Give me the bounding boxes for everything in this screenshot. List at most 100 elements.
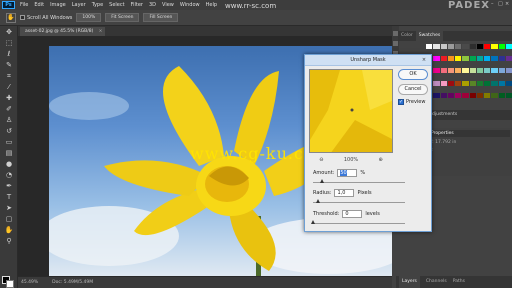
color-swatch[interactable] bbox=[455, 80, 462, 86]
color-swatch[interactable] bbox=[447, 56, 454, 62]
menu-window[interactable]: Window bbox=[177, 2, 203, 8]
radius-input[interactable]: 1,0 bbox=[334, 189, 355, 197]
crop-icon[interactable]: ⌗ bbox=[3, 72, 15, 81]
zoom-100-button[interactable]: 100% bbox=[76, 13, 102, 22]
color-swatch[interactable] bbox=[433, 44, 440, 49]
color-swatch[interactable] bbox=[498, 80, 505, 86]
color-swatch[interactable] bbox=[469, 80, 476, 86]
color-swatch[interactable] bbox=[498, 92, 505, 98]
color-swatch[interactable] bbox=[505, 68, 512, 74]
tab-layers[interactable]: Layers bbox=[399, 276, 420, 288]
cancel-button[interactable]: Cancel bbox=[398, 84, 428, 95]
document-tab[interactable]: asset-02.jpg @ 45.5% (RGB/8) × bbox=[20, 27, 106, 36]
threshold-slider[interactable] bbox=[310, 220, 405, 224]
color-swatch[interactable] bbox=[469, 92, 476, 98]
menu-view[interactable]: View bbox=[159, 2, 177, 8]
healing-icon[interactable]: ✚ bbox=[3, 94, 15, 103]
color-swatch[interactable] bbox=[440, 56, 447, 62]
menu-layer[interactable]: Layer bbox=[69, 2, 89, 8]
color-swatch[interactable] bbox=[440, 92, 447, 98]
brush-icon[interactable]: ✐ bbox=[3, 105, 15, 114]
stamp-icon[interactable]: ♙ bbox=[3, 116, 15, 125]
maximize-icon[interactable]: □ bbox=[498, 1, 503, 8]
color-swatch[interactable] bbox=[476, 56, 483, 62]
color-swatch[interactable] bbox=[498, 68, 505, 74]
color-swatch[interactable] bbox=[491, 68, 498, 74]
shape-icon[interactable]: ▢ bbox=[3, 215, 15, 224]
color-swatch[interactable] bbox=[484, 44, 491, 49]
tab-channels[interactable]: Channels bbox=[426, 276, 447, 288]
amount-slider-knob[interactable] bbox=[319, 179, 324, 183]
menu-image[interactable]: Image bbox=[47, 2, 69, 8]
color-swatch[interactable] bbox=[484, 68, 491, 74]
color-swatch[interactable] bbox=[426, 44, 433, 49]
color-swatch[interactable] bbox=[447, 68, 454, 74]
menu-help[interactable]: Help bbox=[203, 2, 220, 8]
filter-preview-pane[interactable] bbox=[309, 69, 393, 153]
scroll-all-windows-checkbox[interactable]: Scroll All Windows bbox=[20, 15, 72, 21]
close-window-icon[interactable]: × bbox=[505, 1, 510, 8]
amount-slider[interactable] bbox=[313, 179, 405, 183]
color-swatch[interactable] bbox=[440, 80, 447, 86]
marquee-icon[interactable]: ⬚ bbox=[3, 39, 15, 48]
color-swatch[interactable] bbox=[433, 68, 440, 74]
menu-select[interactable]: Select bbox=[106, 2, 127, 8]
menu-3d[interactable]: 3D bbox=[146, 2, 159, 8]
color-swatch[interactable] bbox=[447, 92, 454, 98]
blur-icon[interactable]: ● bbox=[3, 160, 15, 169]
move-icon[interactable]: ✥ bbox=[3, 28, 15, 37]
color-swatch[interactable] bbox=[484, 56, 491, 62]
properties-icon[interactable] bbox=[393, 41, 398, 46]
color-swatch[interactable] bbox=[462, 92, 469, 98]
menu-type[interactable]: Type bbox=[89, 2, 106, 8]
radius-slider-knob[interactable] bbox=[316, 199, 321, 203]
fill-screen-button[interactable]: Fill Screen bbox=[143, 13, 179, 22]
threshold-input[interactable]: 0 bbox=[342, 210, 363, 218]
color-swatch[interactable] bbox=[469, 44, 476, 49]
color-swatch[interactable] bbox=[455, 56, 462, 62]
zoom-icon[interactable]: ⚲ bbox=[3, 237, 15, 246]
color-swatch[interactable] bbox=[476, 92, 483, 98]
color-swatch[interactable] bbox=[491, 80, 498, 86]
color-swatch[interactable] bbox=[484, 80, 491, 86]
fit-screen-button[interactable]: Fit Screen bbox=[105, 13, 140, 22]
color-swatch[interactable] bbox=[433, 80, 440, 86]
amount-input[interactable]: 50 bbox=[337, 169, 358, 177]
color-swatch[interactable] bbox=[469, 68, 476, 74]
color-swatch[interactable] bbox=[469, 56, 476, 62]
adjustments-tab[interactable]: Adjustments bbox=[426, 110, 512, 120]
color-swatch[interactable] bbox=[455, 68, 462, 74]
color-swatch[interactable] bbox=[447, 44, 454, 49]
color-swatch[interactable] bbox=[505, 44, 512, 49]
path-select-icon[interactable]: ➤ bbox=[3, 204, 15, 213]
color-swatch[interactable] bbox=[462, 68, 469, 74]
color-swatch[interactable] bbox=[455, 92, 462, 98]
close-tab-icon[interactable]: × bbox=[99, 27, 103, 36]
gradient-icon[interactable]: ▤ bbox=[3, 149, 15, 158]
history-brush-icon[interactable]: ↺ bbox=[3, 127, 15, 136]
background-color-swatch[interactable] bbox=[6, 280, 14, 288]
color-swatch[interactable] bbox=[440, 44, 447, 49]
type-icon[interactable]: T bbox=[3, 193, 15, 202]
color-swatch[interactable] bbox=[498, 44, 505, 49]
eraser-icon[interactable]: ▭ bbox=[3, 138, 15, 147]
color-swatch[interactable] bbox=[433, 56, 440, 62]
color-swatch[interactable] bbox=[440, 68, 447, 74]
dialog-close-icon[interactable]: × bbox=[420, 56, 428, 64]
color-swatch[interactable] bbox=[455, 44, 462, 49]
color-swatch[interactable] bbox=[447, 80, 454, 86]
color-swatch[interactable] bbox=[484, 92, 491, 98]
pen-icon[interactable]: ✒ bbox=[3, 182, 15, 191]
ok-button[interactable]: OK bbox=[398, 69, 428, 80]
color-swatch[interactable] bbox=[462, 44, 469, 49]
color-swatch[interactable] bbox=[491, 44, 498, 49]
preview-checkbox[interactable]: ✓ Preview bbox=[398, 99, 425, 105]
menu-edit[interactable]: Edit bbox=[31, 2, 47, 8]
lasso-icon[interactable]: ℓ bbox=[3, 50, 15, 59]
color-swatch[interactable] bbox=[476, 68, 483, 74]
color-swatch[interactable] bbox=[505, 56, 512, 62]
tab-paths[interactable]: Paths bbox=[453, 276, 465, 288]
threshold-slider-knob[interactable] bbox=[310, 220, 315, 224]
color-swatch[interactable] bbox=[433, 92, 440, 98]
menu-filter[interactable]: Filter bbox=[128, 2, 146, 8]
